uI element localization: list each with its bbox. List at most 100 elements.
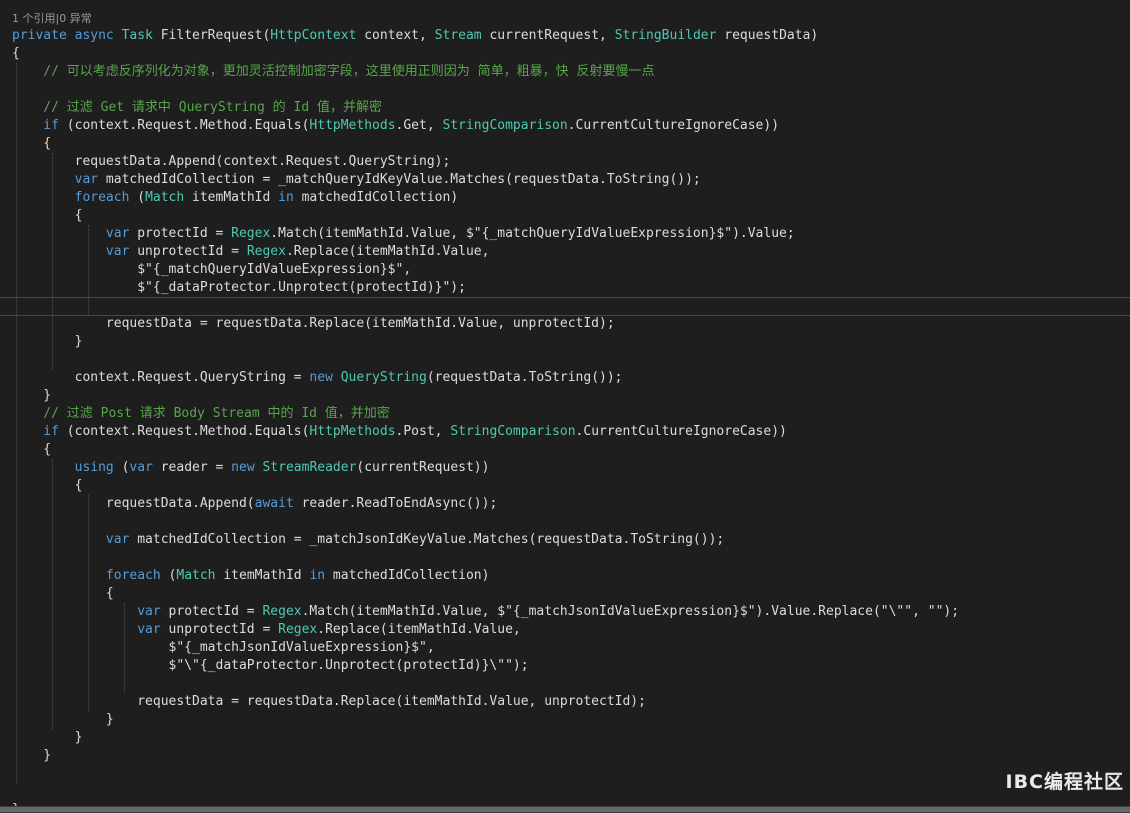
- indent-guide: [124, 603, 125, 693]
- horizontal-scrollbar[interactable]: [0, 806, 1130, 813]
- code-line: private async Task FilterRequest(HttpCon…: [12, 27, 818, 45]
- code-line: // 过滤 Post 请求 Body Stream 中的 Id 值，并加密: [12, 405, 390, 423]
- code-token: context.Request.QueryString =: [12, 370, 310, 385]
- code-line: {: [12, 207, 83, 225]
- code-token: $"{_dataProtector.Unprotect(protectId)}"…: [12, 280, 466, 295]
- indent-guide: [88, 225, 89, 315]
- code-token: new: [231, 460, 263, 475]
- code-line: $"{_dataProtector.Unprotect(protectId)}"…: [12, 279, 466, 297]
- code-line: if (context.Request.Method.Equals(HttpMe…: [12, 423, 787, 441]
- indent-guide: [52, 153, 53, 369]
- code-token: StreamReader: [262, 460, 357, 475]
- code-token: protectId =: [160, 604, 263, 619]
- code-line: $"{_matchQueryIdValueExpression}$",: [12, 261, 411, 279]
- code-token: Task: [121, 28, 153, 43]
- code-line: }: [12, 387, 51, 405]
- code-token: $"{_matchQueryIdValueExpression}$",: [12, 262, 412, 277]
- code-token: // 过滤 Post 请求 Body Stream 中的 Id 值，并加密: [12, 406, 390, 421]
- code-line: context.Request.QueryString = new QueryS…: [12, 369, 623, 387]
- code-token: var: [12, 172, 99, 187]
- code-token: (: [129, 190, 146, 205]
- code-token: StringBuilder: [614, 28, 717, 43]
- code-token: matchedIdCollection): [325, 568, 490, 583]
- code-line: requestData.Append(await reader.ReadToEn…: [12, 495, 497, 513]
- code-token: // 过滤 Get 请求中 QueryString 的 Id 值，并解密: [12, 100, 382, 115]
- code-token: private async: [12, 28, 122, 43]
- indent-guide: [52, 459, 53, 729]
- code-token: currentRequest,: [481, 28, 615, 43]
- code-line: var protectId = Regex.Match(itemMathId.V…: [12, 225, 795, 243]
- code-token: HttpMethods: [309, 424, 396, 439]
- code-token: StringComparison: [450, 424, 576, 439]
- code-token: {: [12, 586, 114, 601]
- code-token: {: [12, 208, 83, 223]
- code-token: matchedIdCollection = _matchQueryIdKeyVa…: [98, 172, 701, 187]
- code-token: .Match(itemMathId.Value, $"{_matchJsonId…: [301, 604, 960, 619]
- code-token: var: [12, 226, 130, 241]
- code-token: context,: [356, 28, 435, 43]
- code-token: }: [12, 388, 52, 403]
- code-token: {: [12, 136, 52, 151]
- code-line: var matchedIdCollection = _matchJsonIdKe…: [12, 531, 724, 549]
- code-line: // 可以考虑反序列化为对象，更加灵活控制加密字段，这里使用正则因为 简单，粗暴…: [12, 63, 654, 81]
- code-line: }: [12, 333, 83, 351]
- code-token: .Replace(itemMathId.Value,: [285, 244, 490, 259]
- code-token: reader =: [152, 460, 232, 475]
- indent-guide: [88, 495, 89, 711]
- code-token: Regex: [231, 226, 271, 241]
- code-token: }: [12, 712, 114, 727]
- code-token: Regex: [278, 622, 318, 637]
- code-token: .Post,: [395, 424, 451, 439]
- code-line: foreach (Match itemMathId in matchedIdCo…: [12, 189, 459, 207]
- code-token: var: [12, 244, 130, 259]
- code-token: foreach: [12, 190, 130, 205]
- code-token: }: [12, 334, 83, 349]
- code-token: }: [12, 748, 52, 763]
- code-token: Match: [176, 568, 216, 583]
- watermark-logo: IBC编程社区: [1005, 771, 1124, 793]
- code-line: foreach (Match itemMathId in matchedIdCo…: [12, 567, 490, 585]
- code-token: matchedIdCollection = _matchJsonIdKeyVal…: [129, 532, 725, 547]
- code-token: using: [12, 460, 114, 475]
- code-token: var: [129, 460, 153, 475]
- code-token: if: [12, 118, 59, 133]
- code-line: var matchedIdCollection = _matchQueryIdK…: [12, 171, 701, 189]
- code-token: unprotectId =: [129, 244, 247, 259]
- code-token: .Replace(itemMathId.Value,: [317, 622, 521, 637]
- code-line: {: [12, 585, 114, 603]
- code-token: var: [12, 532, 130, 547]
- code-token: unprotectId =: [160, 622, 279, 637]
- code-token: // 可以考虑反序列化为对象，更加灵活控制加密字段，这里使用正则因为 简单，粗暴…: [12, 64, 655, 79]
- code-token: await: [254, 496, 294, 511]
- code-editor[interactable]: 1 个引用|0 异常 private async Task FilterRequ…: [0, 0, 1130, 806]
- code-line: using (var reader = new StreamReader(cur…: [12, 459, 490, 477]
- code-line: // 过滤 Get 请求中 QueryString 的 Id 值，并解密: [12, 99, 382, 117]
- code-token: HttpMethods: [309, 118, 396, 133]
- code-line: }: [12, 711, 114, 729]
- code-token: new: [309, 370, 341, 385]
- code-token: FilterRequest(: [152, 28, 271, 43]
- code-token: (context.Request.Method.Equals(: [58, 424, 310, 439]
- code-token: Regex: [262, 604, 302, 619]
- code-token: requestData): [716, 28, 819, 43]
- code-token: .Get,: [395, 118, 443, 133]
- code-token: $"{_matchJsonIdValueExpression}$",: [12, 640, 435, 655]
- code-token: reader.ReadToEndAsync());: [293, 496, 498, 511]
- code-token: {: [12, 46, 20, 61]
- code-line: }: [12, 729, 83, 747]
- code-token: if: [12, 424, 59, 439]
- code-line: {: [12, 135, 51, 153]
- codelens-references[interactable]: 1 个引用|0 异常: [12, 10, 92, 26]
- code-token: requestData = requestData.Replace(itemMa…: [12, 694, 646, 709]
- code-line: var unprotectId = Regex.Replace(itemMath…: [12, 243, 490, 261]
- code-token: .CurrentCultureIgnoreCase)): [567, 118, 780, 133]
- code-line: {: [12, 45, 20, 63]
- indent-guide: [16, 63, 17, 783]
- code-token: (: [160, 568, 177, 583]
- code-token: foreach: [12, 568, 161, 583]
- code-token: var: [12, 622, 161, 637]
- code-line: requestData = requestData.Replace(itemMa…: [12, 693, 646, 711]
- code-token: .Match(itemMathId.Value, $"{_matchQueryI…: [270, 226, 795, 241]
- code-token: itemMathId: [184, 190, 279, 205]
- scrollbar-thumb[interactable]: [0, 807, 1130, 812]
